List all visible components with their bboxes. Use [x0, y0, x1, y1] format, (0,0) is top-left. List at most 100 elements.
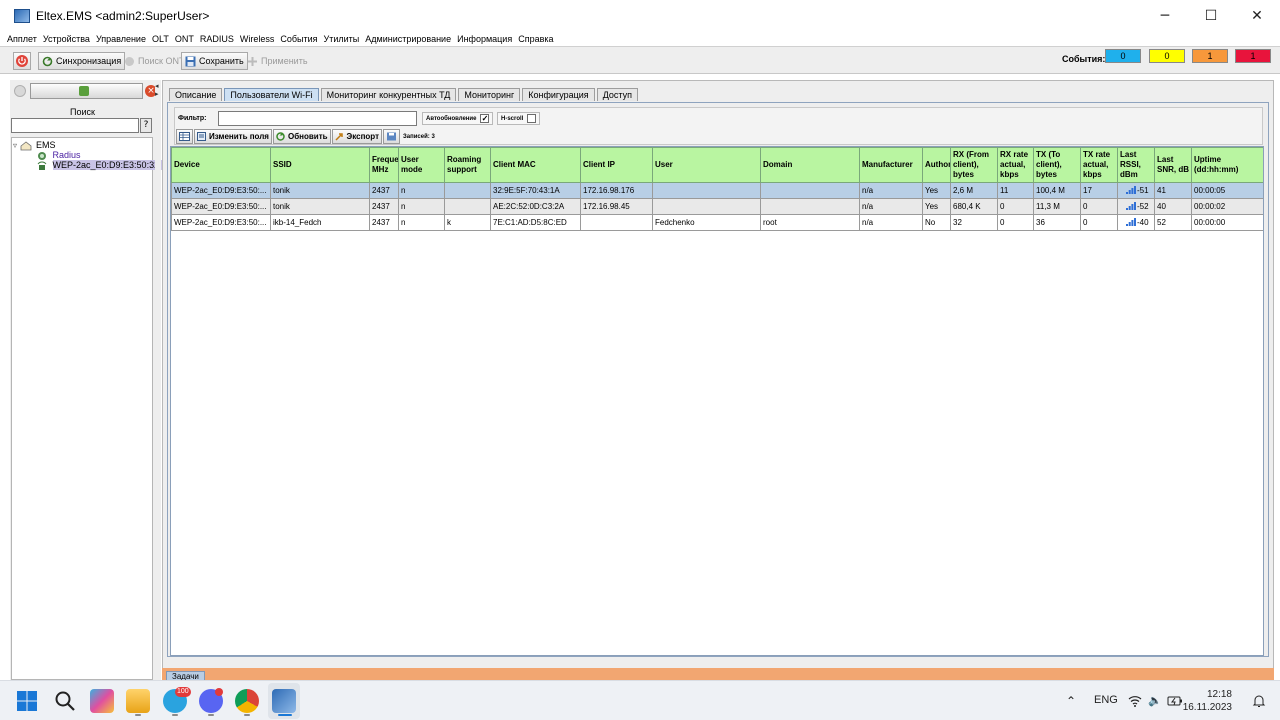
- col-tx-rate[interactable]: TX rate actual, kbps: [1080, 147, 1118, 183]
- tab-bar: Описание Пользователи Wi-Fi Мониторинг к…: [169, 88, 640, 102]
- menu-utilities[interactable]: Утилиты: [324, 34, 360, 44]
- minimize-button[interactable]: ─: [1142, 0, 1188, 32]
- windows-start-icon[interactable]: [16, 690, 38, 712]
- autoupdate-label: Автообновление: [426, 115, 477, 122]
- panel-splitter[interactable]: ◂ ▸: [155, 80, 161, 680]
- hscroll-checkbox[interactable]: [527, 114, 537, 123]
- sync-button[interactable]: Синхронизация: [38, 52, 126, 70]
- event-count-critical[interactable]: 1: [1235, 49, 1271, 63]
- change-fields-button[interactable]: Изменить поля: [194, 129, 272, 144]
- tree-item-wep[interactable]: WEP-2ac_E0:D9:E3:50:32:: [36, 160, 162, 171]
- search-help-button[interactable]: ?: [140, 118, 152, 133]
- cell-rx-bytes: 680,4 K: [950, 198, 998, 215]
- col-frequency[interactable]: Freque MHz: [369, 147, 399, 183]
- file-explorer-icon[interactable]: [126, 689, 150, 713]
- cell-client-ip: [580, 214, 653, 231]
- filter-input[interactable]: [218, 111, 417, 126]
- menu-events[interactable]: События: [280, 34, 317, 44]
- col-ssid[interactable]: SSID: [270, 147, 370, 183]
- event-count-major[interactable]: 1: [1192, 49, 1228, 63]
- autoupdate-toggle[interactable]: Автообновление ✓: [422, 112, 494, 125]
- cell-author: No: [922, 214, 951, 231]
- autoupdate-checkbox[interactable]: ✓: [480, 114, 490, 123]
- expand-right-icon[interactable]: ▸: [155, 90, 159, 98]
- menu-olt[interactable]: OLT: [152, 34, 169, 44]
- table-row[interactable]: WEP-2ac_E0:D9:E3:50:... tonik 2437 n AE:…: [171, 198, 1263, 215]
- tab-access[interactable]: Доступ: [596, 88, 638, 101]
- menu-administration[interactable]: Администрирование: [365, 34, 451, 44]
- copilot-icon[interactable]: [90, 689, 114, 713]
- ont-search-button[interactable]: Поиск ONT: [120, 52, 188, 70]
- eltex-ems-icon[interactable]: [272, 689, 296, 713]
- col-rx-bytes[interactable]: RX (From client), bytes: [950, 147, 998, 183]
- tab-description[interactable]: Описание: [169, 88, 223, 101]
- col-client-ip[interactable]: Client IP: [580, 147, 653, 183]
- menu-help[interactable]: Справка: [518, 34, 553, 44]
- tray-overflow-icon[interactable]: ⌃: [1066, 694, 1076, 708]
- sync-label: Синхронизация: [56, 56, 122, 66]
- input-language[interactable]: ENG: [1094, 694, 1118, 706]
- save-button[interactable]: Сохранить: [181, 52, 248, 70]
- close-button[interactable]: ✕: [1234, 0, 1280, 32]
- tree-add-button[interactable]: [30, 83, 143, 99]
- cell-author: Yes: [922, 198, 951, 215]
- cell-last-snr: 41: [1154, 182, 1192, 199]
- col-user-mode[interactable]: User mode: [398, 147, 445, 183]
- menu-devices[interactable]: Устройства: [43, 34, 90, 44]
- col-rx-rate[interactable]: RX rate actual, kbps: [997, 147, 1034, 183]
- table-row[interactable]: WEP-2ac_E0:D9:E3:50:... tonik 2437 n 32:…: [171, 182, 1263, 199]
- save-table-button[interactable]: [383, 129, 401, 144]
- col-last-snr[interactable]: Last SNR, dB: [1154, 147, 1192, 183]
- cell-client-mac: 7E:C1:AD:D5:8C:ED: [490, 214, 581, 231]
- cell-domain: [760, 182, 860, 199]
- refresh-button[interactable]: Обновить: [272, 129, 331, 144]
- system-clock[interactable]: 12:18 16.11.2023: [1183, 688, 1232, 714]
- battery-icon[interactable]: [1167, 695, 1183, 707]
- search-icon[interactable]: [54, 690, 76, 712]
- cell-roaming: [444, 198, 491, 215]
- export-icon: [335, 133, 343, 141]
- collapse-left-icon[interactable]: ◂: [155, 82, 159, 90]
- search-input[interactable]: [11, 118, 139, 133]
- col-tx-bytes[interactable]: TX (To client), bytes: [1033, 147, 1081, 183]
- col-device[interactable]: Device: [171, 147, 271, 183]
- disconnect-button[interactable]: [13, 52, 31, 70]
- menu-applet[interactable]: Апплет: [7, 34, 37, 44]
- menu-radius[interactable]: RADIUS: [200, 34, 234, 44]
- active-indicator: [278, 714, 292, 716]
- col-last-rssi[interactable]: Last RSSI, dBm: [1117, 147, 1155, 183]
- cell-tx-bytes: 36: [1033, 214, 1081, 231]
- menu-wireless[interactable]: Wireless: [240, 34, 275, 44]
- event-count-info[interactable]: 0: [1105, 49, 1141, 63]
- menu-management[interactable]: Управление: [96, 34, 146, 44]
- tab-competitor-monitoring[interactable]: Мониторинг конкурентных ТД: [320, 88, 457, 101]
- export-button[interactable]: Экспорт: [331, 129, 383, 144]
- wifi-icon[interactable]: [1128, 695, 1142, 707]
- volume-icon[interactable]: 🔈: [1148, 694, 1162, 707]
- notification-bell-icon[interactable]: [1252, 694, 1266, 708]
- refresh-label: Обновить: [287, 132, 328, 141]
- maximize-button[interactable]: ☐: [1188, 0, 1234, 32]
- table-header-row: Device SSID Freque MHz User mode Roaming…: [171, 147, 1263, 183]
- col-roaming-support[interactable]: Roaming support: [444, 147, 491, 183]
- tree-expand-icon[interactable]: ▿: [13, 141, 17, 150]
- table-row[interactable]: WEP-2ac_E0:D9:E3:50:... ikb-14_Fedch 243…: [171, 214, 1263, 231]
- columns-button[interactable]: [176, 129, 193, 144]
- apply-button[interactable]: Применить: [243, 52, 312, 70]
- col-manufacturer[interactable]: Manufacturer: [859, 147, 923, 183]
- col-uptime[interactable]: Uptime (dd:hh:mm): [1191, 147, 1263, 183]
- hscroll-toggle[interactable]: H-scroll: [497, 112, 541, 125]
- menu-information[interactable]: Информация: [457, 34, 512, 44]
- col-client-mac[interactable]: Client MAC: [490, 147, 581, 183]
- event-count-warning[interactable]: 0: [1149, 49, 1185, 63]
- chrome-icon[interactable]: [235, 689, 259, 713]
- refresh-icon: [276, 132, 285, 141]
- tab-configuration[interactable]: Конфигурация: [522, 88, 595, 101]
- col-author[interactable]: Author: [922, 147, 951, 183]
- col-domain[interactable]: Domain: [760, 147, 860, 183]
- tab-monitoring[interactable]: Мониторинг: [458, 88, 521, 101]
- menu-ont[interactable]: ONT: [175, 34, 194, 44]
- tree-state-icon: [14, 85, 26, 97]
- tab-wifi-users[interactable]: Пользователи Wi-Fi: [224, 88, 319, 101]
- col-user[interactable]: User: [652, 147, 761, 183]
